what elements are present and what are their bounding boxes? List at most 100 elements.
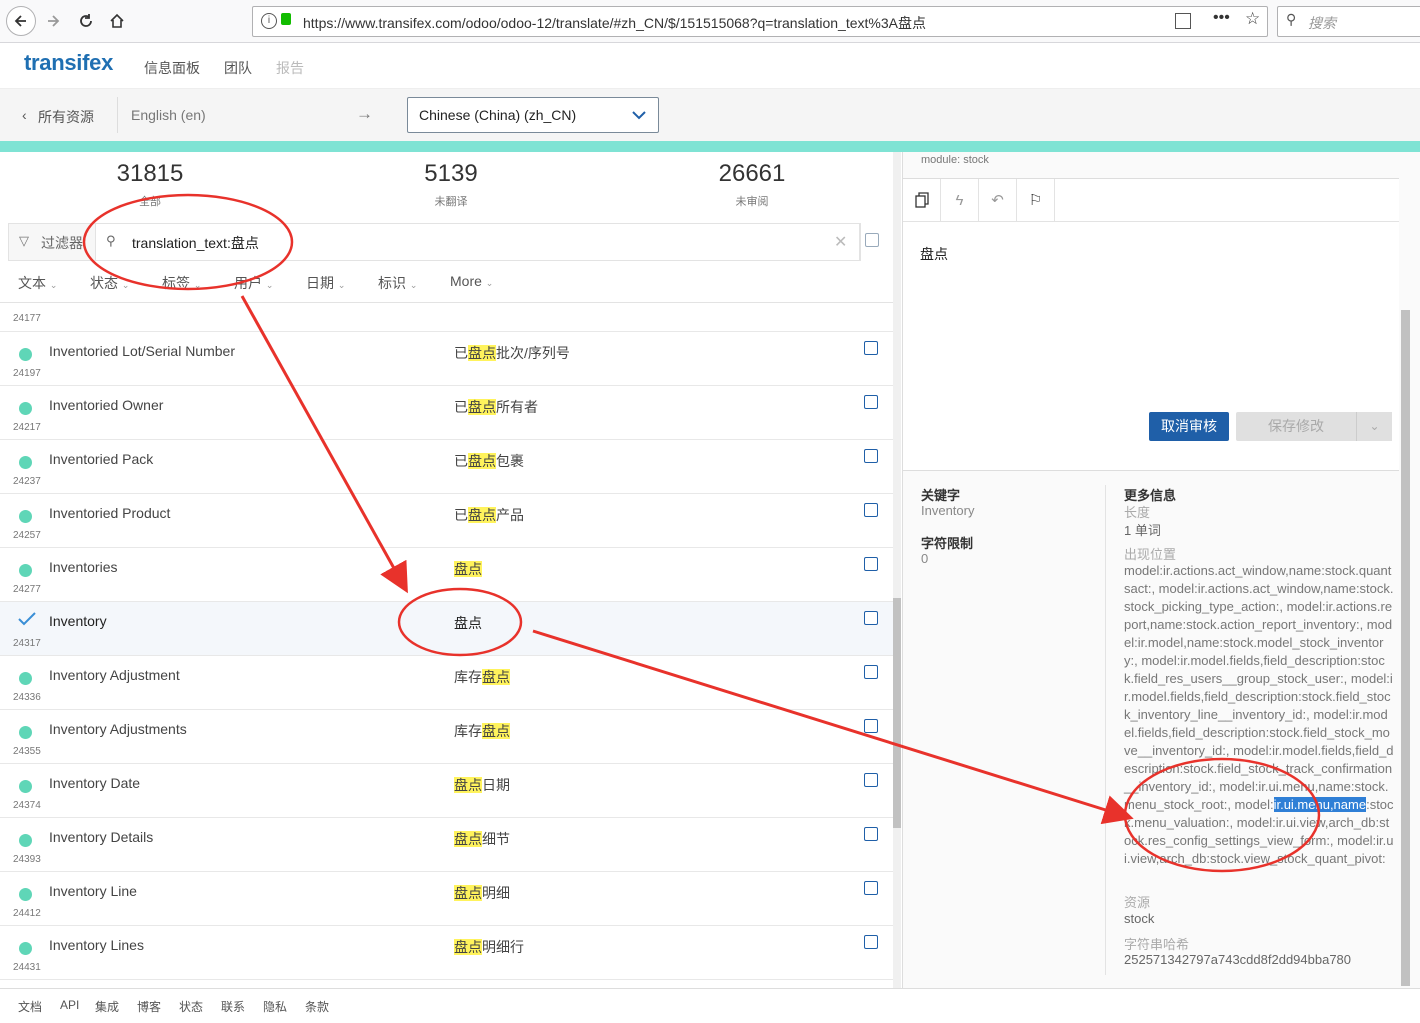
sort-date[interactable]: 日期 ⌄ xyxy=(306,273,345,293)
stat-untranslated-count[interactable]: 5139 xyxy=(371,160,531,188)
row-checkbox[interactable] xyxy=(864,557,878,571)
row-checkbox[interactable] xyxy=(864,773,878,787)
row-checkbox[interactable] xyxy=(864,719,878,733)
string-row[interactable]: Inventoried Lot/Serial Number 24197 已盘点批… xyxy=(0,332,893,386)
translation-text[interactable]: 已盘点产品 xyxy=(454,505,524,525)
nav-reports[interactable]: 报告 xyxy=(276,58,304,78)
footer-link-docs[interactable]: 文档 xyxy=(18,998,42,1015)
row-checkbox[interactable] xyxy=(864,611,878,625)
sort-status[interactable]: 状态 ⌄ xyxy=(90,273,129,293)
clear-icon[interactable]: ✕ xyxy=(834,232,847,252)
source-text[interactable]: Inventory Line xyxy=(49,883,137,899)
footer-link-terms[interactable]: 条款 xyxy=(305,998,329,1015)
translation-text[interactable]: 已盘点所有者 xyxy=(454,397,538,417)
source-text[interactable]: Inventoried Product xyxy=(49,505,170,521)
footer-link-status[interactable]: 状态 xyxy=(179,998,203,1015)
home-icon[interactable] xyxy=(104,8,130,34)
nav-teams[interactable]: 团队 xyxy=(224,58,252,78)
translation-input[interactable]: 盘点 xyxy=(920,244,948,264)
filter-query[interactable]: translation_text:盘点 xyxy=(132,233,259,253)
forward-arrow-icon[interactable] xyxy=(40,8,66,34)
footer-link-contact[interactable]: 联系 xyxy=(221,998,245,1015)
string-row[interactable]: Inventory Line 24412 盘点明细 xyxy=(0,872,893,926)
star-icon[interactable]: ☆ xyxy=(1245,9,1260,29)
url-text[interactable]: https://www.transifex.com/odoo/odoo-12/t… xyxy=(303,13,926,33)
translation-text[interactable]: 盘点日期 xyxy=(454,775,510,795)
translation-text[interactable]: 已盘点批次/序列号 xyxy=(454,343,570,363)
row-checkbox[interactable] xyxy=(864,503,878,517)
cancel-review-button[interactable]: 取消审核 xyxy=(1149,412,1229,441)
source-text[interactable]: Inventoried Owner xyxy=(49,397,163,413)
source-text[interactable]: Inventories xyxy=(49,559,117,575)
resource-value[interactable]: stock xyxy=(1124,911,1154,926)
translation-text[interactable]: 库存盘点 xyxy=(454,721,510,741)
string-row[interactable]: Inventory Adjustment 24336 库存盘点 xyxy=(0,656,893,710)
back-arrow-icon[interactable] xyxy=(6,6,36,36)
undo-icon[interactable]: ↶ xyxy=(979,179,1017,221)
row-checkbox[interactable] xyxy=(864,935,878,949)
pin-icon[interactable]: ⚐ xyxy=(1017,179,1055,221)
string-row[interactable]: Inventoried Owner 24217 已盘点所有者 xyxy=(0,386,893,440)
list-scrollbar[interactable] xyxy=(893,152,901,988)
string-row[interactable]: Inventory Date 24374 盘点日期 xyxy=(0,764,893,818)
editor-scrollbar-thumb[interactable] xyxy=(1401,310,1410,986)
lightning-icon[interactable]: ϟ xyxy=(941,179,979,221)
footer-link-integrations[interactable]: 集成 xyxy=(95,998,119,1015)
string-row[interactable]: Inventoried Product 24257 已盘点产品 xyxy=(0,494,893,548)
browser-search-box[interactable]: ⚲ 搜索 xyxy=(1277,6,1420,37)
translation-text[interactable]: 盘点明细 xyxy=(454,883,510,903)
string-row-selected[interactable]: Inventory 24317 盘点 xyxy=(0,602,893,656)
sort-text[interactable]: 文本 ⌄ xyxy=(18,273,57,293)
footer-link-blog[interactable]: 博客 xyxy=(137,998,161,1015)
sort-more[interactable]: More ⌄ xyxy=(450,273,493,289)
select-all-checkbox[interactable] xyxy=(865,233,879,247)
footer-link-privacy[interactable]: 隐私 xyxy=(263,998,287,1015)
row-checkbox[interactable] xyxy=(864,827,878,841)
stat-all-count[interactable]: 31815 xyxy=(70,160,230,188)
copy-icon[interactable] xyxy=(903,179,941,221)
translation-text[interactable]: 盘点细节 xyxy=(454,829,510,849)
target-language-select[interactable]: Chinese (China) (zh_CN) xyxy=(407,97,659,133)
all-resources-link[interactable]: 所有资源 xyxy=(38,107,94,127)
list-scrollbar-thumb[interactable] xyxy=(893,598,901,828)
info-icon[interactable]: i xyxy=(261,13,277,29)
string-row[interactable]: Inventoried Pack 24237 已盘点包裹 xyxy=(0,440,893,494)
source-text[interactable]: Inventory Details xyxy=(49,829,153,845)
transifex-logo[interactable]: transifex xyxy=(24,50,113,76)
qr-code-icon[interactable] xyxy=(1175,13,1191,29)
string-row[interactable]: Inventory Lines 24431 盘点明细行 xyxy=(0,926,893,980)
chevron-down-icon[interactable]: ⌄ xyxy=(1356,412,1392,441)
chevron-left-icon[interactable]: ‹ xyxy=(22,107,27,123)
source-text[interactable]: Inventory Lines xyxy=(49,937,144,953)
sort-users[interactable]: 用户 ⌄ xyxy=(234,273,273,293)
source-text[interactable]: Inventoried Pack xyxy=(49,451,153,467)
source-text[interactable]: Inventoried Lot/Serial Number xyxy=(49,343,235,359)
occurrences-text[interactable]: model:ir.actions.act_window,name:stock.q… xyxy=(1124,562,1394,868)
translation-text[interactable]: 盘点明细行 xyxy=(454,937,524,957)
row-checkbox[interactable] xyxy=(864,341,878,355)
translation-text[interactable]: 盘点 xyxy=(454,559,482,579)
row-checkbox[interactable] xyxy=(864,395,878,409)
source-text[interactable]: Inventory Adjustment xyxy=(49,667,180,683)
string-row[interactable]: Inventory Adjustments 24355 库存盘点 xyxy=(0,710,893,764)
translation-text[interactable]: 库存盘点 xyxy=(454,667,510,687)
funnel-icon[interactable]: ▽ xyxy=(19,233,29,249)
filter-label[interactable]: 过滤器 xyxy=(41,233,83,253)
sort-id[interactable]: 标识 ⌄ xyxy=(378,273,417,293)
sort-tags[interactable]: 标签 ⌄ xyxy=(162,273,201,293)
save-button[interactable]: 保存修改 xyxy=(1236,412,1356,441)
reload-icon[interactable] xyxy=(73,8,99,34)
nav-dashboard[interactable]: 信息面板 xyxy=(144,58,200,78)
row-checkbox[interactable] xyxy=(864,881,878,895)
row-checkbox[interactable] xyxy=(864,449,878,463)
row-checkbox[interactable] xyxy=(864,665,878,679)
string-row[interactable]: Inventory Details 24393 盘点细节 xyxy=(0,818,893,872)
source-text[interactable]: Inventory xyxy=(49,613,107,629)
string-row[interactable]: 24177 xyxy=(0,303,893,332)
footer-link-api[interactable]: API xyxy=(60,998,79,1012)
translation-text[interactable]: 盘点 xyxy=(454,613,482,633)
string-row[interactable]: Inventories 24277 盘点 xyxy=(0,548,893,602)
source-text[interactable]: Inventory Adjustments xyxy=(49,721,187,737)
source-text[interactable]: Inventory Date xyxy=(49,775,140,791)
stat-unreviewed-count[interactable]: 26661 xyxy=(672,160,832,188)
